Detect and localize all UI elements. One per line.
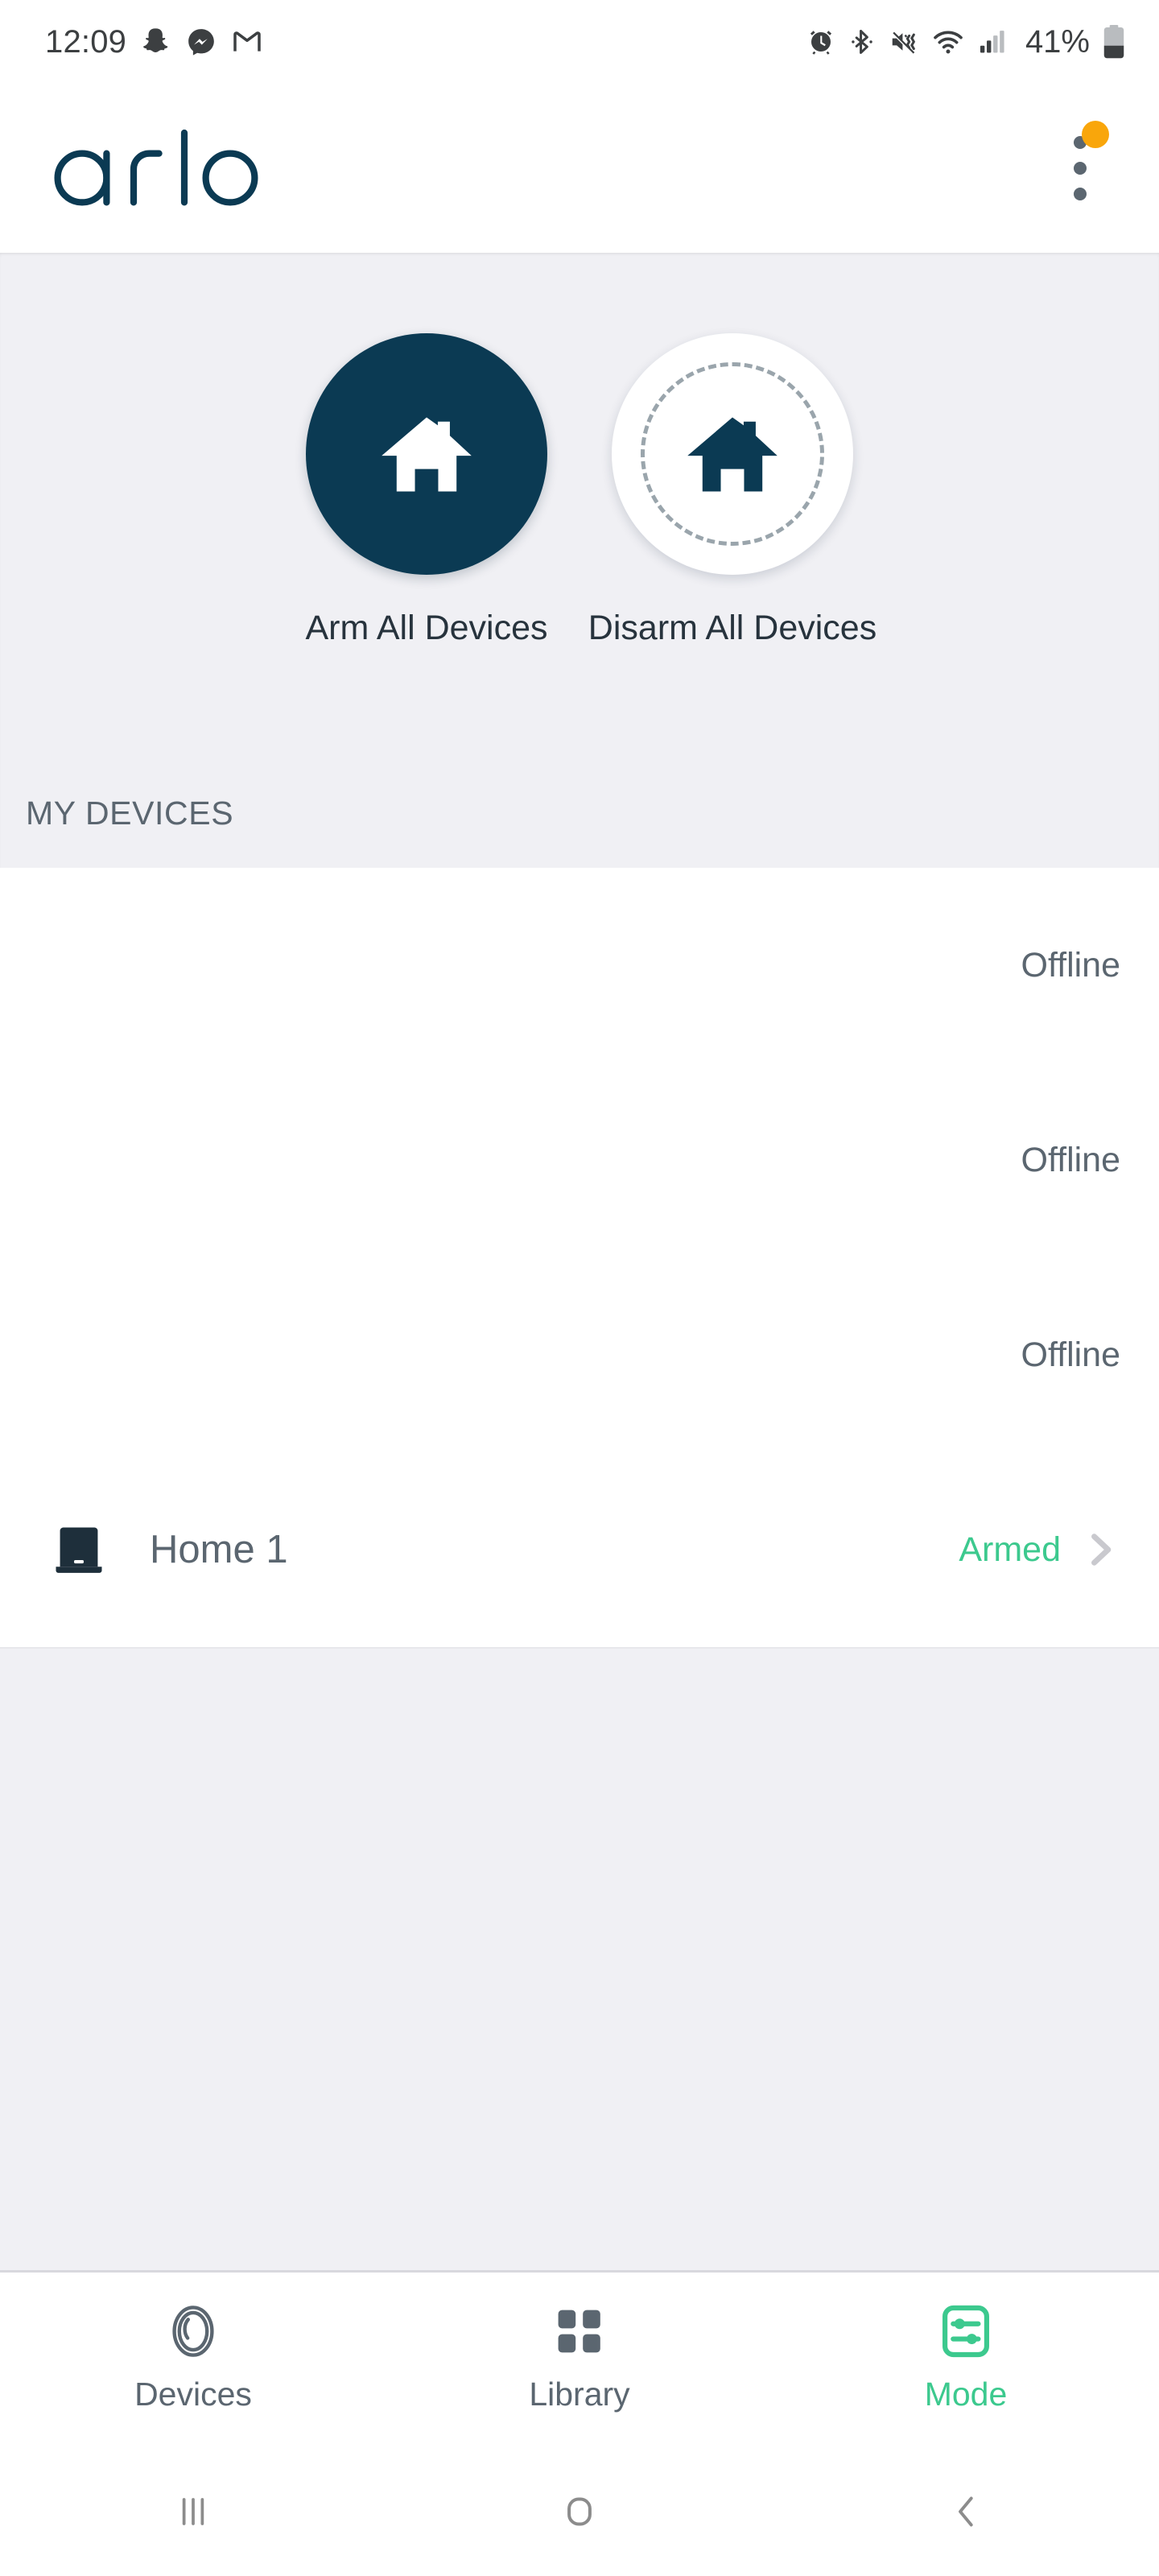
house-icon <box>382 417 472 492</box>
back-button[interactable] <box>773 2447 1159 2576</box>
status-bar-clock: 12:09 <box>45 24 127 60</box>
tab-devices[interactable]: Devices <box>0 2298 386 2413</box>
tab-label-mode: Mode <box>924 2376 1008 2413</box>
three-dots-vertical-icon <box>1074 162 1087 175</box>
chevron-right-icon <box>1091 1534 1112 1566</box>
arm-all-devices-button[interactable] <box>306 333 547 575</box>
battery-icon <box>1103 25 1125 59</box>
table-row[interactable]: Offline <box>0 868 1159 1063</box>
disarm-all-devices-label: Disarm All Devices <box>588 609 877 647</box>
gmail-icon <box>231 26 263 58</box>
table-row[interactable]: Offline <box>0 1257 1159 1452</box>
device-row-right: Offline <box>1021 1141 1121 1180</box>
table-row[interactable]: Home 1 Armed <box>0 1452 1159 1647</box>
device-name: Home 1 <box>150 1528 288 1571</box>
status-badge: Offline <box>1021 945 1121 985</box>
home-button[interactable] <box>386 2447 773 2576</box>
tab-label-devices: Devices <box>134 2376 252 2413</box>
grid-four-icon <box>551 2298 608 2364</box>
status-badge: Offline <box>1021 1140 1121 1179</box>
home-square-icon <box>567 2497 592 2526</box>
mode-actions-row: Arm All Devices Disarm All Devices <box>0 253 1159 648</box>
messenger-icon <box>186 27 217 57</box>
device-list: Offline Offline Offline Home 1 Armed <box>0 868 1159 1649</box>
table-row[interactable]: Offline <box>0 1063 1159 1257</box>
arm-all-devices-label: Arm All Devices <box>305 609 548 647</box>
mode-panel: Arm All Devices Disarm All Devices MY DE… <box>0 253 1159 868</box>
notification-badge <box>1082 121 1109 148</box>
app-bar <box>0 84 1159 253</box>
device-row-right: Offline <box>1021 1335 1121 1375</box>
status-bar-left: 12:09 <box>45 26 263 58</box>
tab-library[interactable]: Library <box>386 2298 773 2413</box>
overflow-menu-button[interactable] <box>1046 121 1114 213</box>
status-badge: Offline <box>1021 1335 1121 1374</box>
tab-label-library: Library <box>529 2376 630 2413</box>
bluetooth-icon <box>848 28 876 56</box>
arlo-logo <box>42 120 299 217</box>
device-row-left: Home 1 <box>48 1519 959 1580</box>
disarm-all-devices-action[interactable]: Disarm All Devices <box>580 333 885 648</box>
app-screen: 12:09 41% Arm All Devices Disarm All Dev… <box>0 0 1159 2576</box>
battery-percent-label: 41% <box>1025 24 1090 60</box>
snapchat-icon <box>141 27 171 57</box>
content-spacer <box>0 1649 1159 2270</box>
device-row-right: Offline <box>1021 946 1121 985</box>
android-navigation-bar <box>0 2447 1159 2576</box>
sliders-icon <box>936 2298 996 2364</box>
disarm-all-devices-button[interactable] <box>612 333 853 575</box>
status-bar-right: 41% <box>806 25 1125 59</box>
arm-all-devices-action[interactable]: Arm All Devices <box>274 333 580 648</box>
recents-button[interactable] <box>0 2447 386 2576</box>
bottom-tab-bar: Devices Library Mode <box>0 2270 1159 2447</box>
wifi-icon <box>932 26 964 58</box>
tab-mode[interactable]: Mode <box>773 2298 1159 2413</box>
mute-vibrate-icon <box>889 27 919 57</box>
camera-lens-icon <box>162 2298 225 2364</box>
my-devices-section-title: MY DEVICES <box>26 795 234 832</box>
back-chevron-icon <box>959 2496 973 2527</box>
house-icon <box>687 417 777 492</box>
recents-bars-icon <box>182 2498 204 2525</box>
cellular-signal-icon <box>977 27 1008 57</box>
status-badge: Armed <box>959 1530 1061 1569</box>
basestation-icon <box>56 1527 102 1573</box>
device-row-right: Armed <box>959 1529 1120 1571</box>
status-bar: 12:09 41% <box>0 0 1159 84</box>
alarm-icon <box>806 27 835 56</box>
three-dots-vertical-icon <box>1074 188 1087 200</box>
